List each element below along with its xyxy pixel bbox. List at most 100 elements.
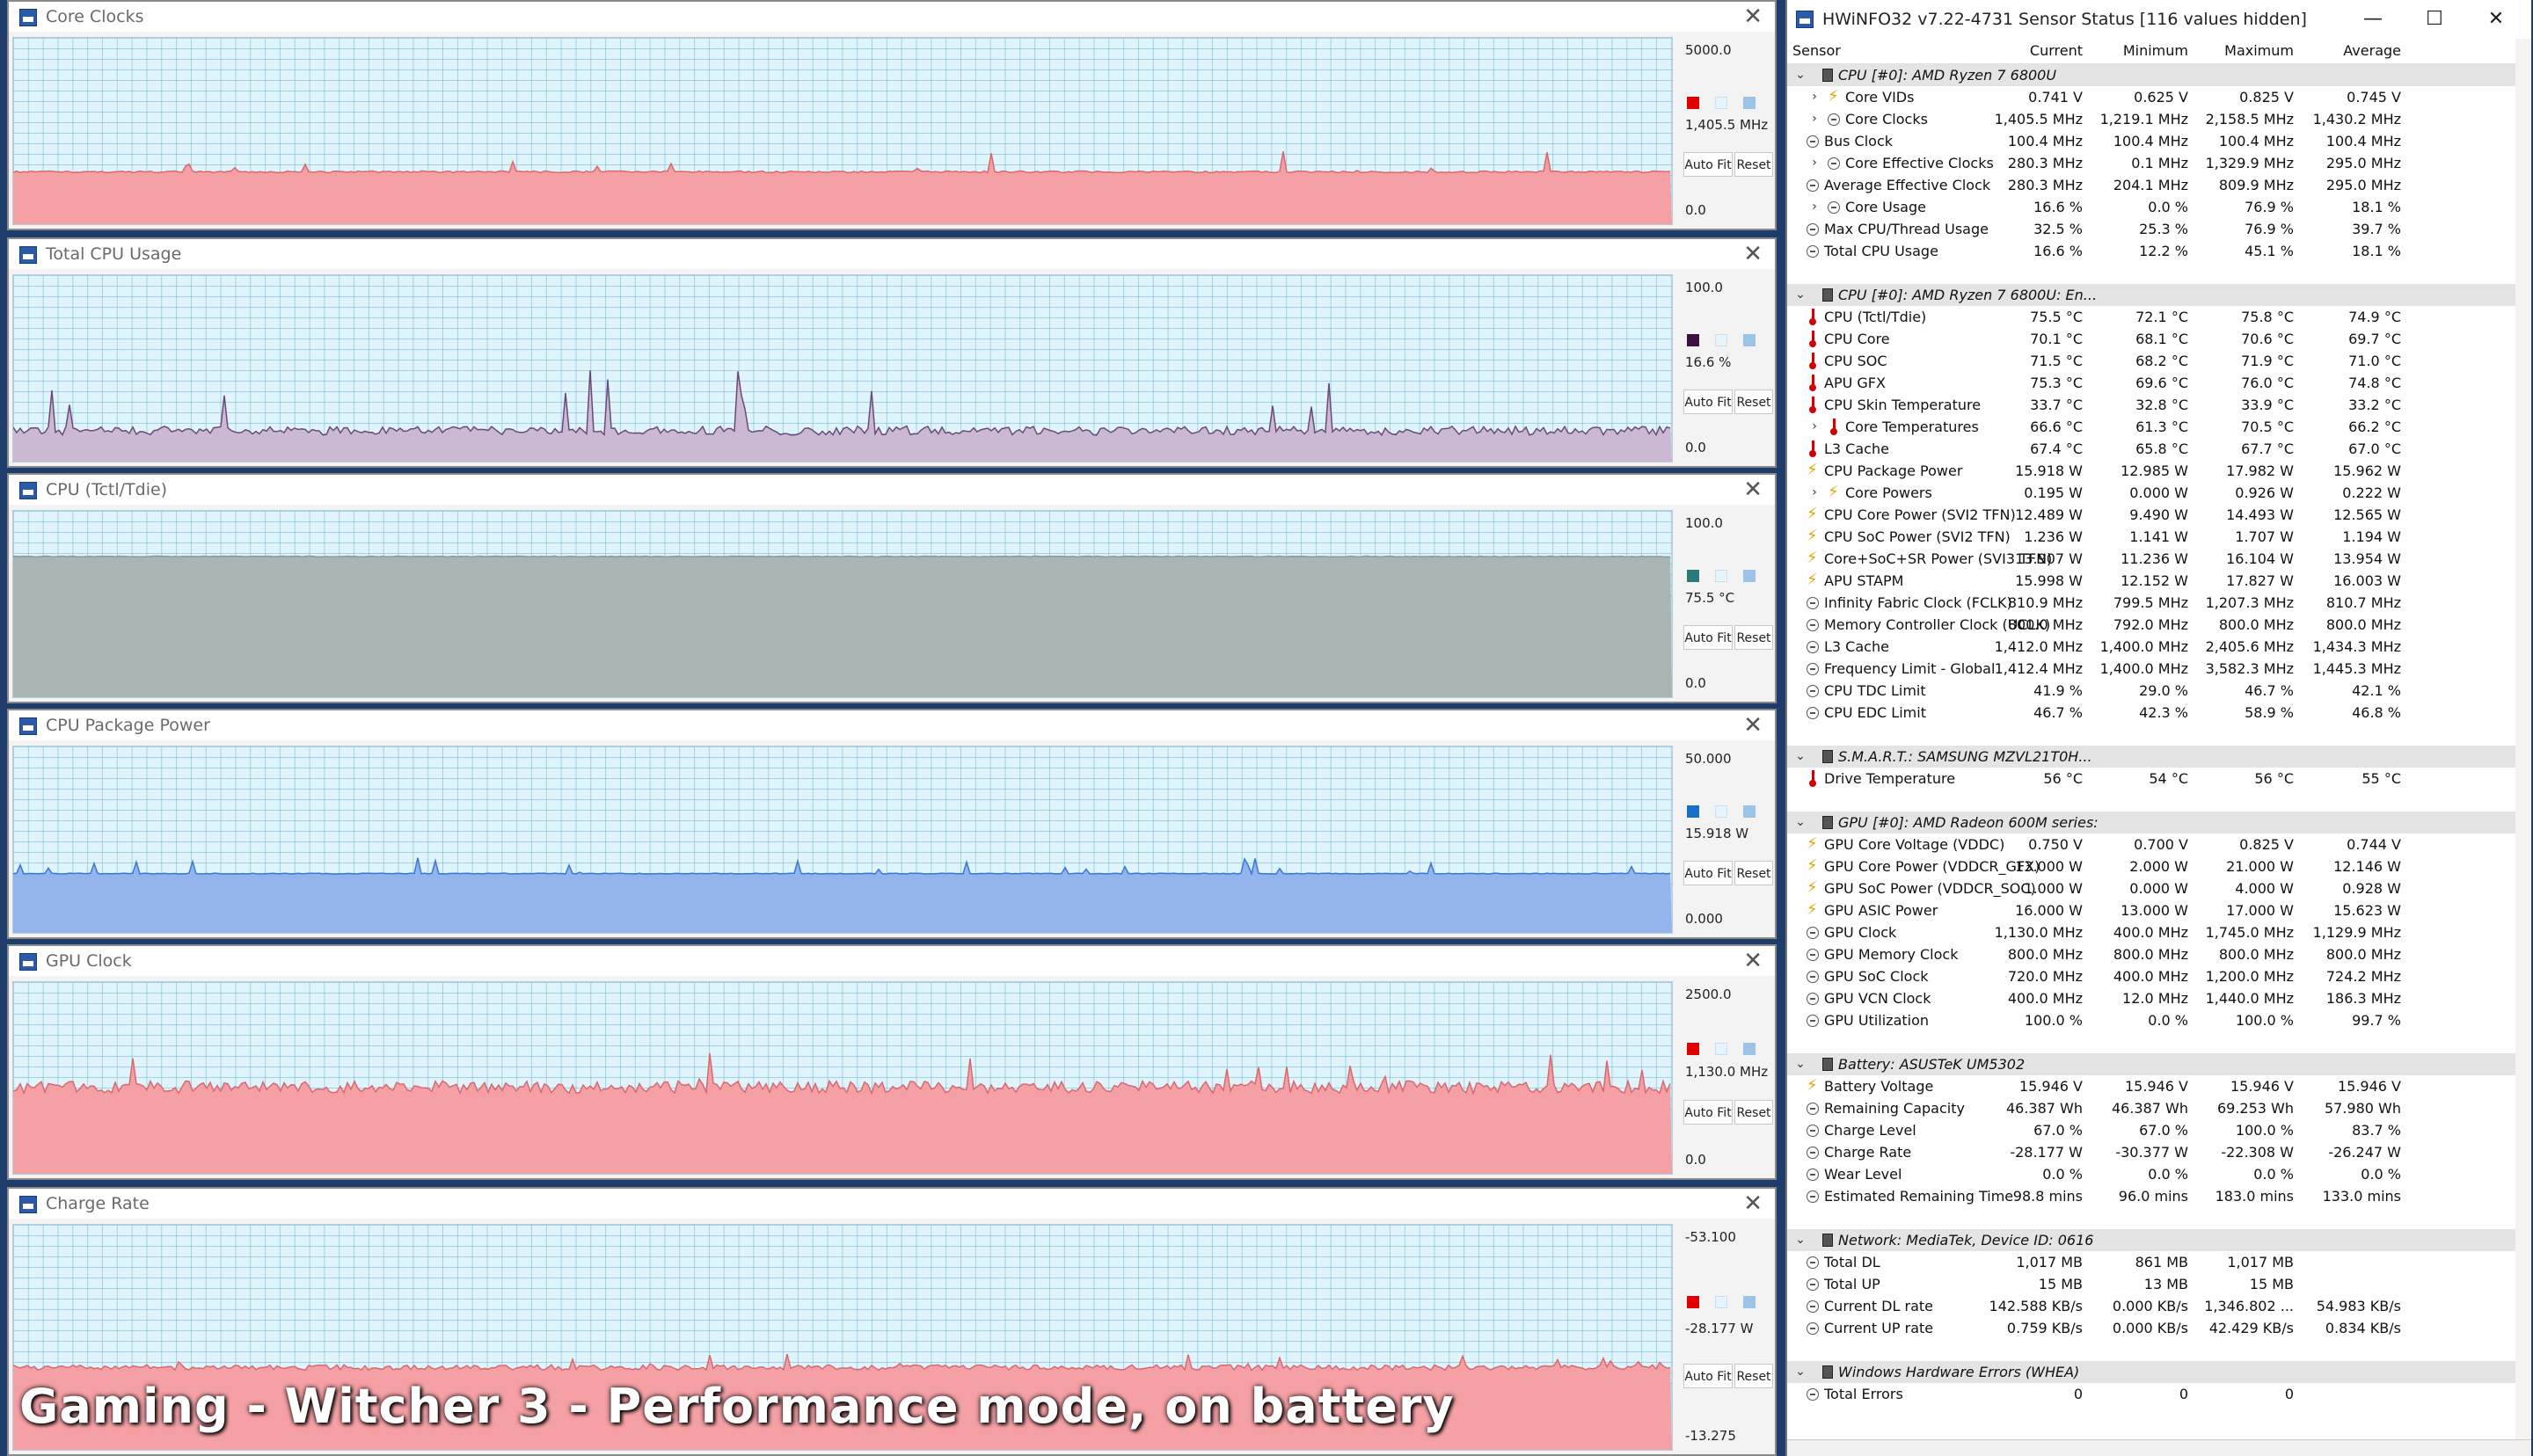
graph-titlebar[interactable]: Charge Rate ✕: [9, 1189, 1775, 1219]
column-header-minimum[interactable]: Minimum: [2086, 39, 2188, 63]
sensor-row[interactable]: Bus Clock 100.4 MHz 100.4 MHz 100.4 MHz …: [1787, 130, 2531, 152]
chevron-down-icon[interactable]: ⌄: [1794, 1229, 1807, 1251]
sensor-row[interactable]: GPU Clock 1,130.0 MHz 400.0 MHz 1,745.0 …: [1787, 921, 2531, 943]
close-icon[interactable]: ✕: [1743, 1189, 1763, 1219]
sensor-row[interactable]: Total UP 15 MB 13 MB 15 MB: [1787, 1273, 2531, 1295]
sensor-row[interactable]: L3 Cache 1,412.0 MHz 1,400.0 MHz 2,405.6…: [1787, 636, 2531, 658]
background-color-swatch[interactable]: [1715, 97, 1727, 109]
background-color-swatch[interactable]: [1715, 334, 1727, 346]
chevron-down-icon[interactable]: ⌄: [1794, 1053, 1807, 1075]
background-color-swatch[interactable]: [1715, 805, 1727, 818]
close-icon[interactable]: ✕: [1743, 2, 1763, 32]
chevron-right-icon[interactable]: ›: [1808, 482, 1821, 504]
sensor-row[interactable]: CPU (Tctl/Tdie) 75.5 °C 72.1 °C 75.8 °C …: [1787, 306, 2531, 328]
grid-color-swatch[interactable]: [1743, 805, 1756, 818]
sensor-row[interactable]: ⚡ CPU Core Power (SVI2 TFN) 12.489 W 9.4…: [1787, 504, 2531, 526]
maximize-icon[interactable]: ☐: [2417, 0, 2452, 39]
column-header-sensor[interactable]: Sensor: [1792, 39, 1841, 63]
grid-color-swatch[interactable]: [1743, 334, 1756, 346]
sensor-row[interactable]: ⚡ CPU SoC Power (SVI2 TFN) 1.236 W 1.141…: [1787, 526, 2531, 548]
reset-button[interactable]: Reset: [1734, 625, 1773, 650]
sensor-group-row[interactable]: ⌄ Network: MediaTek, Device ID: 0616: [1787, 1229, 2531, 1251]
chevron-down-icon[interactable]: ⌄: [1794, 812, 1807, 834]
sensor-row[interactable]: Current UP rate 0.759 KB/s 0.000 KB/s 42…: [1787, 1317, 2531, 1339]
close-icon[interactable]: ✕: [1743, 710, 1763, 740]
series-color-swatch[interactable]: [1687, 334, 1699, 346]
sensor-row[interactable]: Max CPU/Thread Usage 32.5 % 25.3 % 76.9 …: [1787, 218, 2531, 240]
auto-fit-button[interactable]: Auto Fit: [1683, 389, 1733, 414]
sensor-row[interactable]: CPU EDC Limit 46.7 % 42.3 % 58.9 % 46.8 …: [1787, 702, 2531, 724]
sensor-row[interactable]: GPU Utilization 100.0 % 0.0 % 100.0 % 99…: [1787, 1009, 2531, 1031]
sensor-row[interactable]: Total CPU Usage 16.6 % 12.2 % 45.1 % 18.…: [1787, 240, 2531, 262]
grid-color-swatch[interactable]: [1743, 1043, 1756, 1055]
column-header-average[interactable]: Average: [2299, 39, 2401, 63]
sensor-row[interactable]: Charge Rate -28.177 W -30.377 W -22.308 …: [1787, 1141, 2531, 1163]
series-color-swatch[interactable]: [1687, 1043, 1699, 1055]
sensor-row[interactable]: › Core Temperatures 66.6 °C 61.3 °C 70.5…: [1787, 416, 2531, 438]
reset-button[interactable]: Reset: [1734, 1364, 1773, 1388]
sensor-group-row[interactable]: ⌄ S.M.A.R.T.: SAMSUNG MZVL21T0H...: [1787, 746, 2531, 768]
sensor-row[interactable]: L3 Cache 67.4 °C 65.8 °C 67.7 °C 67.0 °C: [1787, 438, 2531, 460]
sensor-row[interactable]: Drive Temperature 56 °C 54 °C 56 °C 55 °…: [1787, 768, 2531, 790]
sensor-row[interactable]: Current DL rate 142.588 KB/s 0.000 KB/s …: [1787, 1295, 2531, 1317]
grid-color-swatch[interactable]: [1743, 1296, 1756, 1308]
sensor-row[interactable]: GPU Memory Clock 800.0 MHz 800.0 MHz 800…: [1787, 943, 2531, 965]
sensor-row[interactable]: ⚡ Battery Voltage 15.946 V 15.946 V 15.9…: [1787, 1075, 2531, 1097]
column-header-current[interactable]: Current: [1981, 39, 2083, 63]
chevron-right-icon[interactable]: ›: [1808, 196, 1821, 218]
background-color-swatch[interactable]: [1715, 570, 1727, 582]
sensor-row[interactable]: CPU SOC 71.5 °C 68.2 °C 71.9 °C 71.0 °C: [1787, 350, 2531, 372]
reset-button[interactable]: Reset: [1734, 152, 1773, 177]
sensor-row[interactable]: GPU VCN Clock 400.0 MHz 12.0 MHz 1,440.0…: [1787, 987, 2531, 1009]
sensor-row[interactable]: CPU Skin Temperature 33.7 °C 32.8 °C 33.…: [1787, 394, 2531, 416]
sensor-group-row[interactable]: ⌄ CPU [#0]: AMD Ryzen 7 6800U: [1787, 64, 2531, 86]
sensor-row[interactable]: Frequency Limit - Global 1,412.4 MHz 1,4…: [1787, 658, 2531, 680]
sensor-row[interactable]: GPU SoC Clock 720.0 MHz 400.0 MHz 1,200.…: [1787, 965, 2531, 987]
sensor-row[interactable]: Total Errors 0 0 0: [1787, 1383, 2531, 1405]
sensor-row[interactable]: Estimated Remaining Time 98.8 mins 96.0 …: [1787, 1185, 2531, 1207]
chevron-down-icon[interactable]: ⌄: [1794, 64, 1807, 86]
sensor-row[interactable]: Remaining Capacity 46.387 Wh 46.387 Wh 6…: [1787, 1097, 2531, 1119]
series-color-swatch[interactable]: [1687, 1296, 1699, 1308]
close-icon[interactable]: ✕: [2478, 0, 2514, 39]
sensor-row[interactable]: › Core Effective Clocks 280.3 MHz 0.1 MH…: [1787, 152, 2531, 174]
sensor-group-row[interactable]: ⌄ CPU [#0]: AMD Ryzen 7 6800U: En...: [1787, 284, 2531, 306]
graph-titlebar[interactable]: CPU (Tctl/Tdie) ✕: [9, 475, 1775, 505]
close-icon[interactable]: ✕: [1743, 239, 1763, 269]
auto-fit-button[interactable]: Auto Fit: [1683, 1100, 1733, 1125]
sensor-row[interactable]: ⚡ GPU ASIC Power 16.000 W 13.000 W 17.00…: [1787, 899, 2531, 921]
sensor-row[interactable]: Wear Level 0.0 % 0.0 % 0.0 % 0.0 %: [1787, 1163, 2531, 1185]
sensor-row[interactable]: ⚡ CPU Package Power 15.918 W 12.985 W 17…: [1787, 460, 2531, 482]
sensor-row[interactable]: Charge Level 67.0 % 67.0 % 100.0 % 83.7 …: [1787, 1119, 2531, 1141]
chevron-right-icon[interactable]: ›: [1808, 152, 1821, 174]
reset-button[interactable]: Reset: [1734, 861, 1773, 885]
background-color-swatch[interactable]: [1715, 1296, 1727, 1308]
graph-titlebar[interactable]: GPU Clock ✕: [9, 946, 1775, 976]
background-color-swatch[interactable]: [1715, 1043, 1727, 1055]
sensor-row[interactable]: ⚡ APU STAPM 15.998 W 12.152 W 17.827 W 1…: [1787, 570, 2531, 592]
chevron-right-icon[interactable]: ›: [1808, 416, 1821, 438]
auto-fit-button[interactable]: Auto Fit: [1683, 861, 1733, 885]
sensor-row[interactable]: Total DL 1,017 MB 861 MB 1,017 MB: [1787, 1251, 2531, 1273]
graph-titlebar[interactable]: Core Clocks ✕: [9, 2, 1775, 32]
auto-fit-button[interactable]: Auto Fit: [1683, 152, 1733, 177]
sensor-row[interactable]: Memory Controller Clock (UCLK) 800.0 MHz…: [1787, 614, 2531, 636]
grid-color-swatch[interactable]: [1743, 570, 1756, 582]
series-color-swatch[interactable]: [1687, 570, 1699, 582]
chevron-down-icon[interactable]: ⌄: [1794, 1361, 1807, 1383]
auto-fit-button[interactable]: Auto Fit: [1683, 1364, 1733, 1388]
sensor-window-titlebar[interactable]: HWiNFO32 v7.22-4731 Sensor Status [116 v…: [1787, 0, 2531, 39]
sensor-row[interactable]: Infinity Fabric Clock (FCLK) 810.9 MHz 7…: [1787, 592, 2531, 614]
chevron-down-icon[interactable]: ⌄: [1794, 284, 1807, 306]
reset-button[interactable]: Reset: [1734, 1100, 1773, 1125]
sensor-row[interactable]: CPU Core 70.1 °C 68.1 °C 70.6 °C 69.7 °C: [1787, 328, 2531, 350]
column-header-maximum[interactable]: Maximum: [2192, 39, 2294, 63]
sensor-row[interactable]: Average Effective Clock 280.3 MHz 204.1 …: [1787, 174, 2531, 196]
auto-fit-button[interactable]: Auto Fit: [1683, 625, 1733, 650]
graph-titlebar[interactable]: Total CPU Usage ✕: [9, 239, 1775, 269]
sensor-row[interactable]: › Core Usage 16.6 % 0.0 % 76.9 % 18.1 %: [1787, 196, 2531, 218]
chevron-down-icon[interactable]: ⌄: [1794, 746, 1807, 768]
close-icon[interactable]: ✕: [1743, 946, 1763, 976]
sensor-row[interactable]: › ⚡ Core Powers 0.195 W 0.000 W 0.926 W 0…: [1787, 482, 2531, 504]
sensor-row[interactable]: ⚡ Core+SoC+SR Power (SVI3 TFN) 13.907 W …: [1787, 548, 2531, 570]
